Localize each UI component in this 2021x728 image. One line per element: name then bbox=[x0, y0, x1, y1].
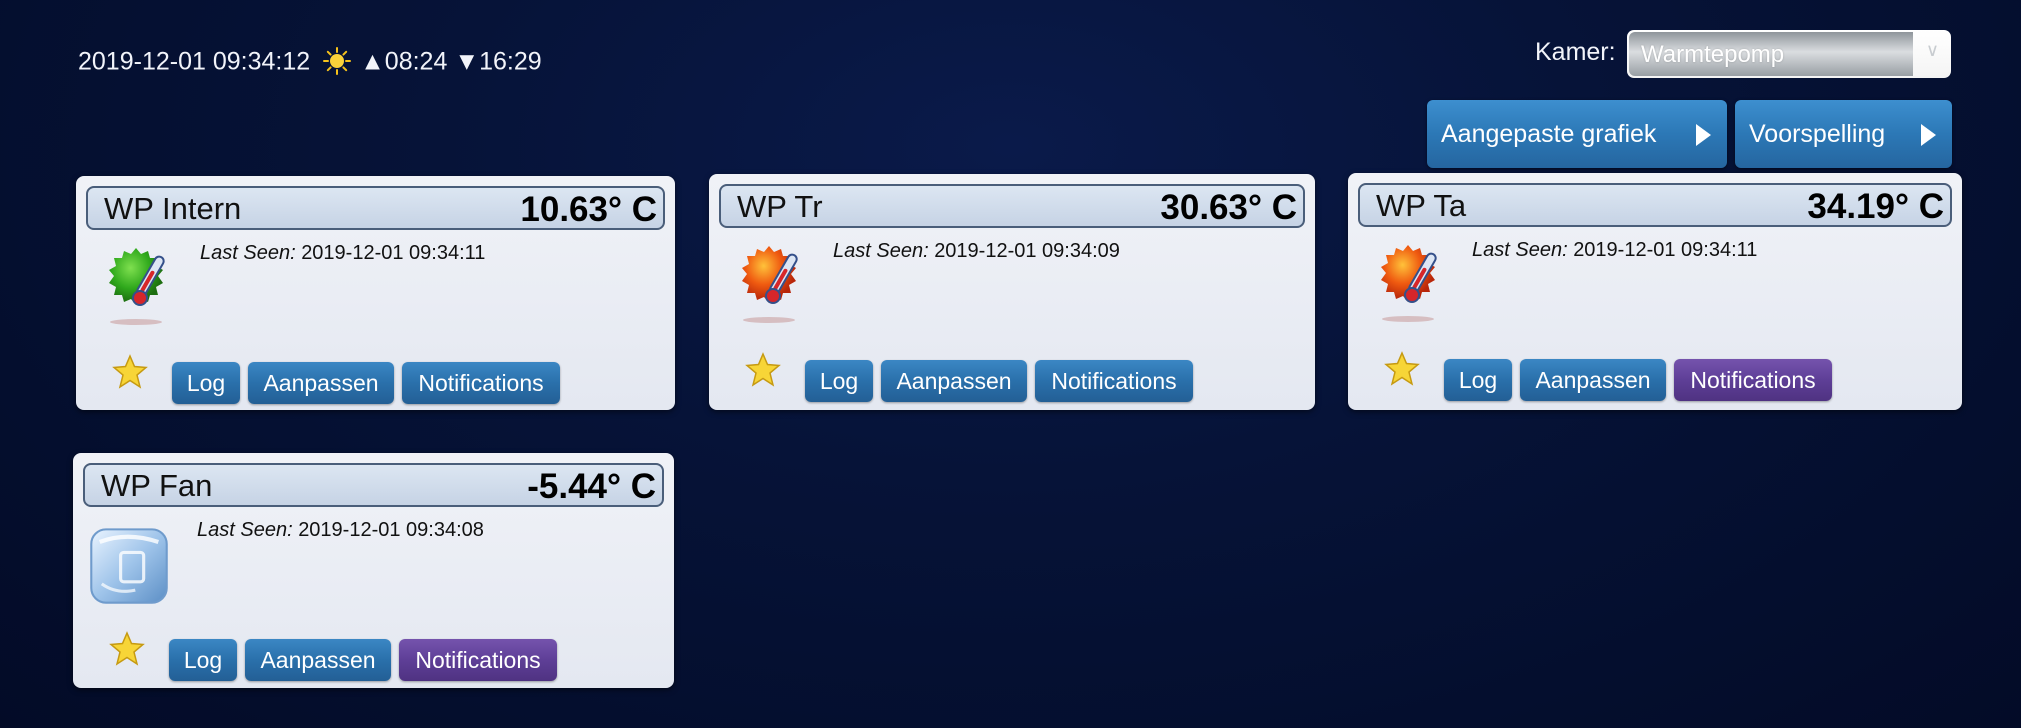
temperature-value: 34.19° C bbox=[1807, 187, 1944, 226]
last-seen: Last Seen: 2019-12-01 09:34:11 bbox=[200, 242, 485, 265]
last-seen-label: Last Seen: bbox=[197, 519, 293, 541]
device-card: WP Intern 10.63° C Last Seen: 2019-12-01… bbox=[76, 176, 675, 410]
last-seen-value: 2019-12-01 09:34:11 bbox=[301, 242, 486, 264]
device-card: WP Fan -5.44° C Last Seen: 2019-12-01 09… bbox=[73, 453, 674, 688]
custom-chart-button[interactable]: Aangepaste grafiek bbox=[1427, 100, 1727, 168]
play-arrow-icon bbox=[1921, 124, 1936, 146]
star-icon[interactable] bbox=[112, 354, 148, 390]
temperature-value: -5.44° C bbox=[527, 467, 656, 506]
device-card: WP Tr 30.63° C Last Seen: 2019-12-01 09:… bbox=[709, 174, 1315, 410]
edit-button[interactable]: Aanpassen bbox=[881, 360, 1027, 402]
chevron-down-icon[interactable]: ∨ bbox=[1926, 40, 1939, 61]
thermometer-orange-icon[interactable] bbox=[1370, 239, 1454, 323]
log-button[interactable]: Log bbox=[169, 639, 237, 681]
card-header: WP Ta 34.19° C bbox=[1358, 183, 1952, 227]
card-header: WP Fan -5.44° C bbox=[83, 463, 664, 507]
last-seen-label: Last Seen: bbox=[1472, 239, 1568, 261]
thermometer-green-icon[interactable] bbox=[98, 242, 182, 326]
last-seen-label: Last Seen: bbox=[833, 240, 929, 262]
last-seen-value: 2019-12-01 09:34:08 bbox=[298, 519, 484, 541]
log-button[interactable]: Log bbox=[172, 362, 240, 404]
temperature-value: 10.63° C bbox=[520, 190, 657, 229]
kamer-select-value: Warmtepomp bbox=[1641, 41, 1785, 68]
datetime-bar: 2019-12-01 09:34:12 ▲08:24 ▼16:29 bbox=[78, 44, 542, 77]
edit-button[interactable]: Aanpassen bbox=[1520, 359, 1666, 401]
edit-button[interactable]: Aanpassen bbox=[245, 639, 391, 681]
star-icon[interactable] bbox=[109, 631, 145, 667]
device-name: WP Intern bbox=[104, 191, 242, 226]
card-header: WP Intern 10.63° C bbox=[86, 186, 665, 230]
ice-cube-icon[interactable] bbox=[81, 521, 177, 609]
last-seen-label: Last Seen: bbox=[200, 242, 296, 264]
kamer-select[interactable]: Warmtepomp ∨ bbox=[1627, 30, 1951, 78]
notifications-button[interactable]: Notifications bbox=[399, 639, 557, 681]
edit-button[interactable]: Aanpassen bbox=[248, 362, 394, 404]
custom-chart-label: Aangepaste grafiek bbox=[1441, 120, 1657, 148]
device-name: WP Ta bbox=[1376, 188, 1467, 223]
kamer-select-value-box[interactable]: Warmtepomp bbox=[1629, 32, 1913, 76]
notifications-button[interactable]: Notifications bbox=[1035, 360, 1193, 402]
sunset-time: ▼16:29 bbox=[454, 47, 542, 76]
device-card: WP Ta 34.19° C Last Seen: 2019-12-01 09:… bbox=[1348, 173, 1962, 410]
log-button[interactable]: Log bbox=[1444, 359, 1512, 401]
last-seen-value: 2019-12-01 09:34:09 bbox=[934, 240, 1120, 262]
device-name: WP Fan bbox=[101, 468, 213, 503]
star-icon[interactable] bbox=[1384, 351, 1420, 387]
current-datetime: 2019-12-01 09:34:12 bbox=[78, 47, 311, 76]
forecast-label: Voorspelling bbox=[1749, 120, 1886, 148]
temperature-value: 30.63° C bbox=[1160, 188, 1297, 227]
last-seen: Last Seen: 2019-12-01 09:34:09 bbox=[833, 240, 1120, 263]
star-icon[interactable] bbox=[745, 352, 781, 388]
notifications-button[interactable]: Notifications bbox=[1674, 359, 1832, 401]
card-header: WP Tr 30.63° C bbox=[719, 184, 1305, 228]
notifications-button[interactable]: Notifications bbox=[402, 362, 560, 404]
last-seen-value: 2019-12-01 09:34:11 bbox=[1573, 239, 1758, 261]
sunrise-time: ▲08:24 bbox=[360, 47, 448, 76]
forecast-button[interactable]: Voorspelling bbox=[1735, 100, 1952, 168]
kamer-label: Kamer: bbox=[1535, 38, 1616, 66]
log-button[interactable]: Log bbox=[805, 360, 873, 402]
sun-icon bbox=[323, 47, 352, 76]
last-seen: Last Seen: 2019-12-01 09:34:08 bbox=[197, 519, 484, 542]
device-name: WP Tr bbox=[737, 189, 823, 224]
thermometer-orange-icon[interactable] bbox=[731, 240, 815, 324]
last-seen: Last Seen: 2019-12-01 09:34:11 bbox=[1472, 239, 1757, 262]
play-arrow-icon bbox=[1696, 124, 1711, 146]
